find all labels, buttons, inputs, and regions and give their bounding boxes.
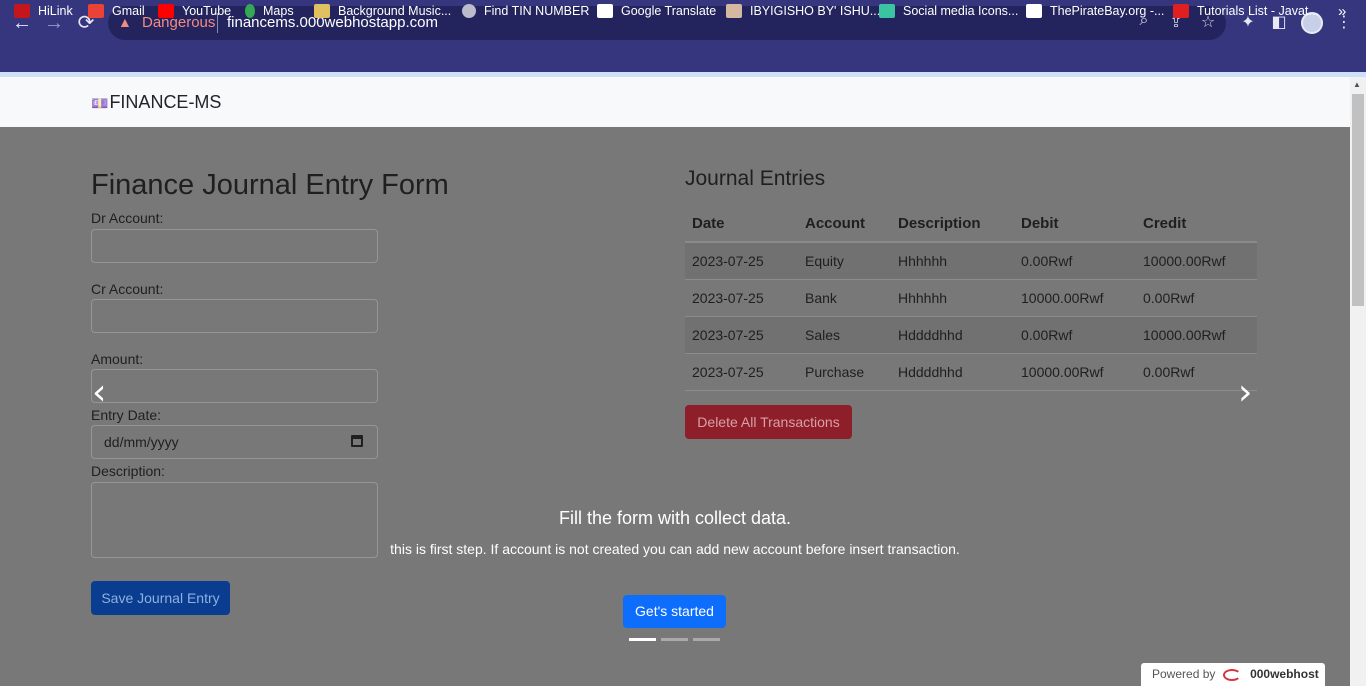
cell-account: Purchase bbox=[798, 353, 891, 391]
bookmark-label: Tutorials List - Javat... bbox=[1197, 4, 1319, 18]
cell-credit: 0.00Rwf bbox=[1136, 279, 1257, 317]
cell-date: 2023-07-25 bbox=[685, 279, 798, 317]
more-bookmarks-chevron-icon[interactable]: » bbox=[1338, 3, 1346, 20]
dr-account-label: Dr Account: bbox=[91, 210, 164, 226]
scrollbar-thumb[interactable] bbox=[1352, 94, 1364, 306]
gmail-icon bbox=[88, 4, 104, 18]
site-navbar: 💷FINANCE-MS bbox=[0, 77, 1350, 127]
table-row: 2023-07-25 Equity Hhhhhh 0.00Rwf 10000.0… bbox=[685, 242, 1257, 280]
carousel-caption-text: this is first step. If account is not cr… bbox=[390, 541, 960, 557]
cell-debit: 10000.00Rwf bbox=[1014, 279, 1136, 317]
column-header-credit: Credit bbox=[1136, 205, 1257, 243]
amount-label: Amount: bbox=[91, 351, 144, 367]
bookmark-maps[interactable]: Maps bbox=[245, 4, 294, 18]
bookmark-find-tin[interactable]: Find TIN NUMBER bbox=[462, 4, 589, 18]
carousel-indicator-3[interactable] bbox=[693, 638, 720, 641]
brand-name: FINANCE-MS bbox=[109, 92, 222, 112]
powered-by-label: Powered by bbox=[1152, 667, 1216, 681]
bookmark-social-media-icons[interactable]: Social media Icons... bbox=[879, 4, 1018, 18]
bookmark-label: IBYIGISHO BY' ISHU... bbox=[750, 4, 881, 18]
journal-entries-table: Date Account Description Debit Credit 20… bbox=[685, 205, 1257, 391]
column-header-date: Date bbox=[685, 205, 798, 243]
piratebay-icon bbox=[1026, 4, 1042, 18]
background-music-icon bbox=[314, 4, 330, 18]
ibyigisho-icon bbox=[726, 4, 742, 18]
cell-debit: 10000.00Rwf bbox=[1014, 353, 1136, 391]
bookmark-hilink[interactable]: HiLink bbox=[14, 4, 73, 18]
carousel-caption-title: Fill the form with collect data. bbox=[558, 508, 792, 528]
wikipedia-icon bbox=[597, 4, 613, 18]
cell-account: Equity bbox=[798, 242, 891, 280]
vue-logo-icon bbox=[879, 4, 895, 18]
save-journal-entry-button[interactable]: Save Journal Entry bbox=[91, 581, 230, 615]
bookmark-label: Background Music... bbox=[338, 4, 452, 18]
cr-account-input[interactable] bbox=[91, 299, 378, 333]
carousel-next-chevron-icon[interactable]: › bbox=[1238, 375, 1252, 411]
page-viewport: 💷FINANCE-MS Finance Journal Entry Form D… bbox=[0, 77, 1350, 686]
bookmark-piratebay[interactable]: ThePirateBay.org -... bbox=[1026, 4, 1164, 18]
form-title: Finance Journal Entry Form bbox=[91, 169, 449, 201]
cell-debit: 0.00Rwf bbox=[1014, 316, 1136, 354]
bookmark-label: Find TIN NUMBER bbox=[484, 4, 590, 18]
cell-credit: 10000.00Rwf bbox=[1136, 242, 1257, 280]
bookmark-label: Social media Icons... bbox=[903, 4, 1019, 18]
000webhost-logo-icon bbox=[1222, 668, 1241, 681]
bookmark-label: Gmail bbox=[112, 4, 145, 18]
brand-logo[interactable]: 💷FINANCE-MS bbox=[91, 92, 221, 113]
bookmark-tutorials-list[interactable]: Tutorials List - Javat... bbox=[1173, 4, 1319, 18]
globe-icon bbox=[462, 4, 476, 18]
cell-description: Hhhhhh bbox=[891, 279, 1014, 317]
dr-account-input[interactable] bbox=[91, 229, 378, 263]
date-placeholder: dd/mm/yyyy bbox=[104, 434, 179, 450]
bookmark-label: Maps bbox=[263, 4, 294, 18]
table-row: 2023-07-25 Purchase Hddddhhd 10000.00Rwf… bbox=[685, 353, 1257, 391]
column-header-debit: Debit bbox=[1014, 205, 1136, 243]
journal-entries-title: Journal Entries bbox=[685, 167, 826, 190]
cell-date: 2023-07-25 bbox=[685, 353, 798, 391]
get-started-button[interactable]: Get's started bbox=[623, 595, 726, 628]
column-header-account: Account bbox=[798, 205, 891, 243]
bookmarks-bar bbox=[0, 46, 1366, 72]
carousel-prev-chevron-icon[interactable]: ‹ bbox=[92, 375, 106, 411]
table-row: 2023-07-25 Sales Hddddhhd 0.00Rwf 10000.… bbox=[685, 316, 1257, 354]
hilink-icon bbox=[14, 4, 30, 18]
column-header-description: Description bbox=[891, 205, 1014, 243]
cell-description: Hddddhhd bbox=[891, 353, 1014, 391]
bookmark-background-music[interactable]: Background Music... bbox=[314, 4, 451, 18]
cell-account: Sales bbox=[798, 316, 891, 354]
cell-account: Bank bbox=[798, 279, 891, 317]
bookmark-label: ThePirateBay.org -... bbox=[1050, 4, 1165, 18]
carousel-indicator-2[interactable] bbox=[661, 638, 688, 641]
scroll-up-arrow-icon[interactable]: ▲ bbox=[1353, 80, 1361, 89]
cell-description: Hddddhhd bbox=[891, 316, 1014, 354]
cell-credit: 10000.00Rwf bbox=[1136, 316, 1257, 354]
cell-date: 2023-07-25 bbox=[685, 242, 798, 280]
bookmark-label: HiLink bbox=[38, 4, 73, 18]
entry-date-input[interactable]: dd/mm/yyyy bbox=[91, 425, 378, 459]
cr-account-label: Cr Account: bbox=[91, 281, 164, 297]
table-row: 2023-07-25 Bank Hhhhhh 10000.00Rwf 0.00R… bbox=[685, 279, 1257, 317]
cell-debit: 0.00Rwf bbox=[1014, 242, 1136, 280]
javatpoint-icon bbox=[1173, 4, 1189, 18]
bookmark-label: Google Translate bbox=[621, 4, 717, 18]
powered-by-badge[interactable]: Powered by 000webhost bbox=[1141, 663, 1325, 686]
bookmark-gmail[interactable]: Gmail bbox=[88, 4, 145, 18]
bookmark-youtube[interactable]: YouTube bbox=[158, 4, 231, 18]
carousel-indicator-1[interactable] bbox=[629, 638, 656, 641]
money-icon: 💷 bbox=[91, 95, 109, 111]
description-label: Description: bbox=[91, 463, 165, 479]
delete-all-transactions-button[interactable]: Delete All Transactions bbox=[685, 405, 852, 439]
cell-description: Hhhhhh bbox=[891, 242, 1014, 280]
table-header-row: Date Account Description Debit Credit bbox=[685, 205, 1257, 243]
bookmark-label: YouTube bbox=[182, 4, 232, 18]
cell-date: 2023-07-25 bbox=[685, 316, 798, 354]
calendar-icon[interactable] bbox=[351, 435, 363, 447]
000webhost-brand: 000webhost bbox=[1250, 667, 1319, 681]
bookmark-ibyigisho[interactable]: IBYIGISHO BY' ISHU... bbox=[726, 4, 880, 18]
maps-pin-icon bbox=[245, 4, 255, 18]
bookmark-google-translate[interactable]: Google Translate bbox=[597, 4, 716, 18]
amount-input[interactable] bbox=[91, 369, 378, 403]
youtube-icon bbox=[158, 4, 174, 18]
